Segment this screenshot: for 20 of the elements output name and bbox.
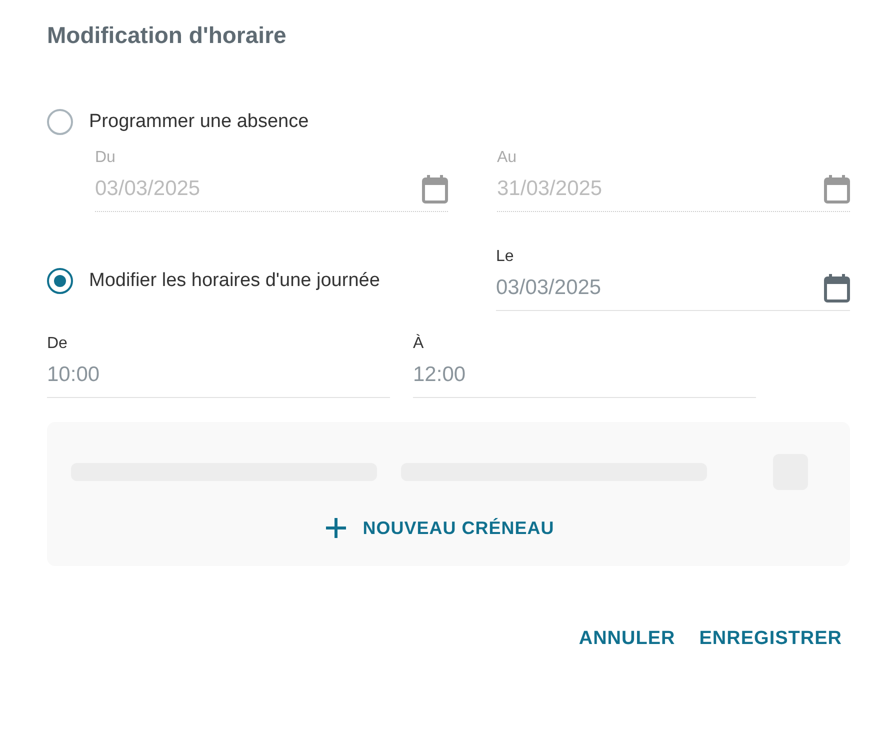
calendar-icon[interactable]: [422, 174, 448, 204]
time-field[interactable]: 10:00: [47, 353, 390, 398]
field-label: Le: [496, 248, 514, 266]
radio-button[interactable]: [47, 109, 73, 135]
date-field[interactable]: 03/03/2025: [496, 266, 850, 311]
dialog-button[interactable]: ENREGISTRER: [691, 622, 850, 656]
dialog-button[interactable]: ANNULER: [570, 622, 684, 656]
radio-button[interactable]: [47, 268, 73, 294]
plus-icon: [324, 517, 347, 539]
dialog-title: Modification d'horaire: [47, 22, 288, 49]
field-label: Du: [95, 149, 116, 167]
radio-label[interactable]: Modifier les horaires d'une journée: [89, 270, 380, 292]
field-label: De: [47, 335, 68, 353]
calendar-icon[interactable]: [824, 273, 850, 303]
field-label: Au: [497, 149, 517, 167]
time-field[interactable]: 12:00: [413, 353, 756, 398]
radio-label[interactable]: Programmer une absence: [89, 111, 309, 133]
add-slot-button[interactable]: NOUVEAU CRÉNEAU: [318, 516, 560, 540]
field-label: À: [413, 335, 424, 353]
calendar-icon[interactable]: [824, 174, 850, 204]
